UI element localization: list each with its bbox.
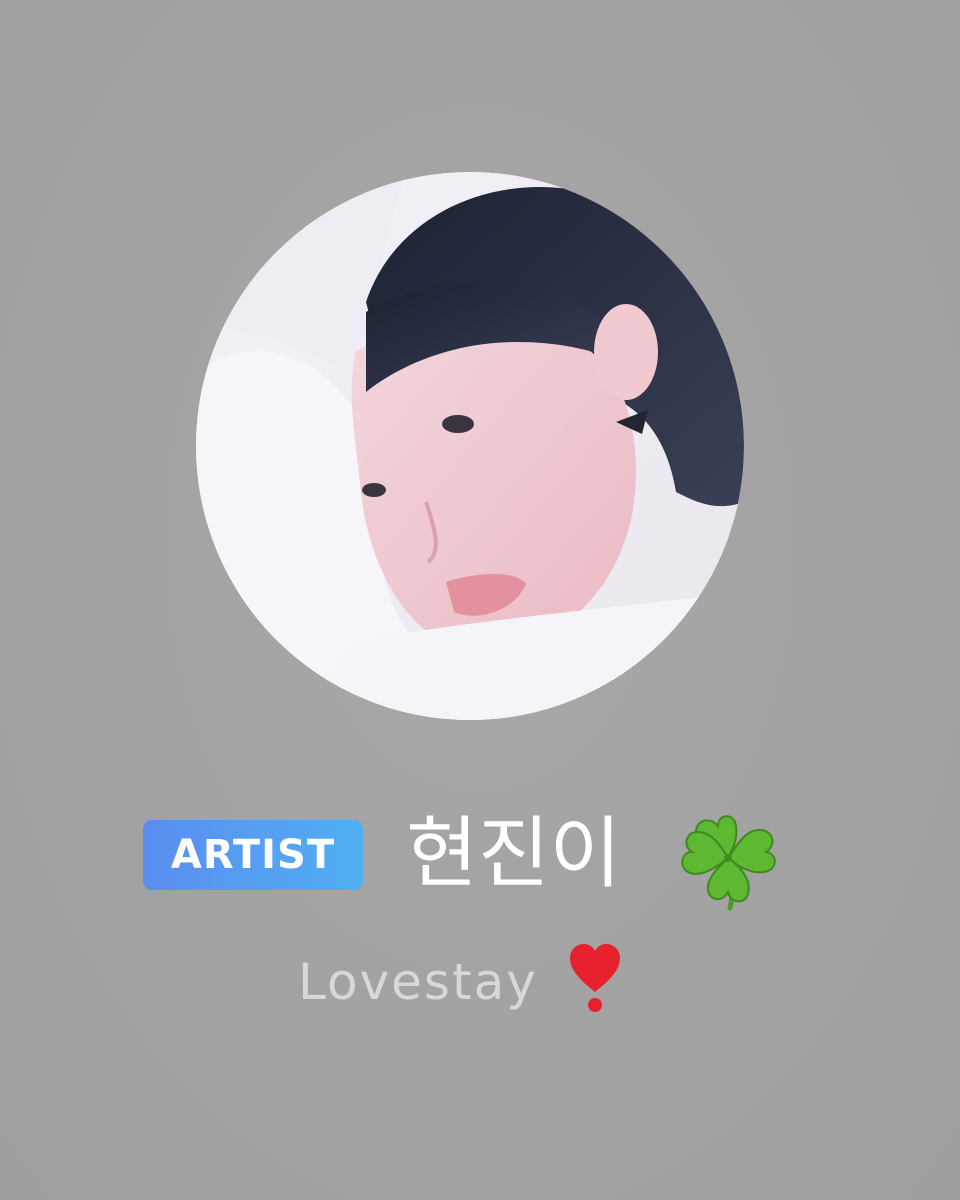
display-name: 현진이 [406,809,622,899]
artist-badge: ARTIST [143,820,363,890]
profile-name-row: ARTIST 현진이 [0,800,960,911]
status-row: Lovestay [0,940,960,1020]
avatar[interactable] [196,172,744,720]
heart-exclamation-icon [570,944,620,1012]
profile-screen: ARTIST 현진이 Lovestay [0,0,960,1200]
status-message: Lovestay [298,953,538,1011]
four-leaf-clover-icon [681,815,776,911]
avatar-portrait-image [196,172,744,720]
